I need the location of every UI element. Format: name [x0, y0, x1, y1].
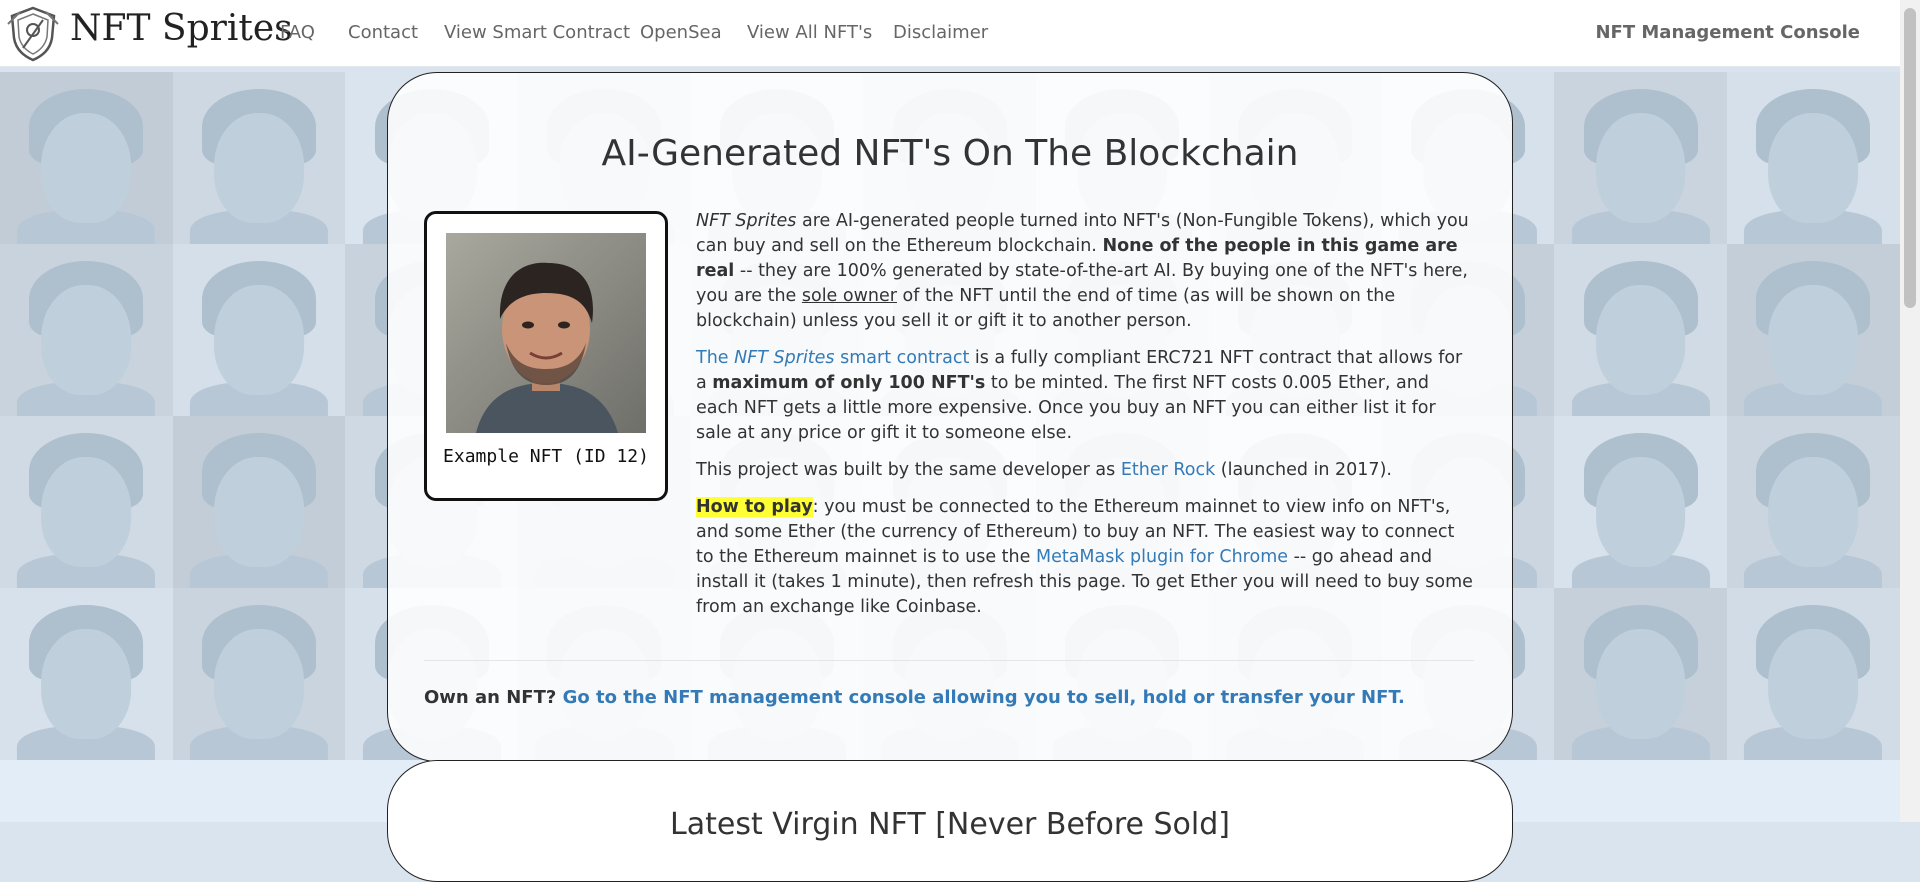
- own-nft-row: Own an NFT? Go to the NFT management con…: [424, 687, 1405, 708]
- intro-text: NFT Sprites are AI-generated people turn…: [696, 209, 1474, 632]
- background-face-tile: [172, 72, 346, 244]
- link-text-italic: NFT Sprites: [734, 348, 835, 368]
- section-divider: [424, 660, 1474, 661]
- background-face-tile: [1726, 416, 1900, 588]
- metamask-link[interactable]: MetaMask plugin for Chrome: [1036, 547, 1288, 567]
- own-nft-label: Own an NFT?: [424, 687, 557, 708]
- how-to-play-paragraph: How to play: you must be connected to th…: [696, 495, 1474, 620]
- nav-link-faq[interactable]: FAQ: [280, 22, 315, 43]
- nav-link-management-console[interactable]: NFT Management Console: [1595, 22, 1860, 43]
- background-face-tile: [0, 416, 173, 588]
- link-text: smart contract: [834, 348, 970, 368]
- latest-nft-title: Latest Virgin NFT [Never Before Sold]: [670, 807, 1230, 842]
- nav-link-opensea[interactable]: OpenSea: [640, 22, 722, 43]
- intro-card: AI-Generated NFT's On The Blockchain Exa…: [387, 72, 1513, 762]
- background-face-tile: [172, 244, 346, 416]
- smart-contract-link[interactable]: The NFT Sprites smart contract: [696, 348, 969, 368]
- example-nft-caption: Example NFT (ID 12): [443, 446, 649, 467]
- how-to-play-highlight: How to play: [696, 497, 813, 517]
- text-span: (launched in 2017).: [1215, 460, 1392, 480]
- background-face-tile: [172, 416, 346, 588]
- nav-link-disclaimer[interactable]: Disclaimer: [893, 22, 988, 43]
- ether-rock-link[interactable]: Ether Rock: [1121, 460, 1215, 480]
- text-span: This project was built by the same devel…: [696, 460, 1121, 480]
- scrollbar-thumb[interactable]: [1904, 8, 1916, 308]
- brand-title[interactable]: NFT Sprites: [70, 8, 293, 49]
- underlined-text: sole owner: [801, 286, 897, 306]
- background-face-tile: [1554, 72, 1727, 244]
- background-face-tile: [1554, 416, 1727, 588]
- page-title: AI-Generated NFT's On The Blockchain: [601, 133, 1299, 174]
- background-face-tile: [1726, 72, 1900, 244]
- shield-logo-icon[interactable]: [6, 4, 60, 62]
- intro-paragraph: NFT Sprites are AI-generated people turn…: [696, 209, 1474, 334]
- example-nft-image: [446, 233, 646, 433]
- background-face-tile: [1726, 244, 1900, 416]
- background-face-tile: [1554, 244, 1727, 416]
- background-face-tile: [1554, 588, 1727, 760]
- latest-nft-card: Latest Virgin NFT [Never Before Sold]: [387, 760, 1513, 882]
- contract-paragraph: The NFT Sprites smart contract is a full…: [696, 346, 1474, 446]
- background-face-tile: [0, 72, 173, 244]
- background-face-tile: [0, 244, 173, 416]
- background-face-tile: [0, 588, 173, 760]
- bold-statement: maximum of only 100 NFT's: [712, 373, 986, 393]
- management-console-link[interactable]: Go to the NFT management console allowin…: [563, 687, 1405, 708]
- project-name-italic: NFT Sprites: [696, 211, 797, 231]
- example-nft-card: Example NFT (ID 12): [424, 211, 668, 501]
- link-text: The: [696, 348, 735, 368]
- nav-link-all-nfts[interactable]: View All NFT's: [747, 22, 872, 43]
- background-face-tile: [1726, 588, 1900, 760]
- nav-link-smart-contract[interactable]: View Smart Contract: [444, 22, 630, 43]
- developer-paragraph: This project was built by the same devel…: [696, 458, 1474, 483]
- page-scrollbar[interactable]: [1900, 0, 1920, 822]
- background-face-tile: [172, 588, 346, 760]
- navbar: NFT Sprites FAQ Contact View Smart Contr…: [0, 0, 1900, 67]
- nav-link-contact[interactable]: Contact: [348, 22, 418, 43]
